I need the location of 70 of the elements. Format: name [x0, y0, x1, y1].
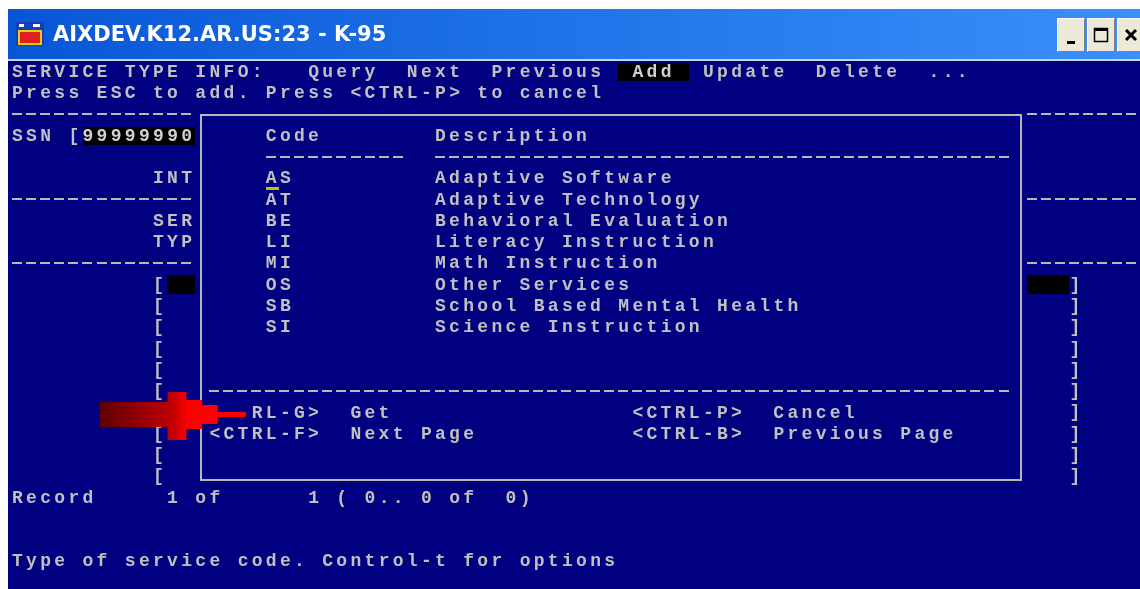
maximize-button[interactable]: [1087, 18, 1115, 52]
status-message: Type of service code. Control-t for options: [12, 552, 619, 571]
bracket: ]: [1069, 424, 1084, 443]
ssn-field[interactable]: 99999990: [82, 126, 196, 145]
record-counter: Record 1 of 1 ( 0.. 0 of 0): [12, 488, 534, 507]
maximize-icon: [1093, 27, 1109, 43]
option-description[interactable]: Adaptive Technology: [435, 190, 703, 209]
option-code[interactable]: SI: [265, 318, 294, 337]
bracket: ]: [1069, 339, 1084, 358]
option-code[interactable]: BE: [265, 211, 294, 230]
bracket: [: [153, 339, 168, 358]
shortcut-key: RL-G>: [209, 403, 323, 422]
menu-item[interactable]: Query: [308, 62, 379, 81]
shortcut-action: Cancel: [773, 403, 858, 422]
input-field[interactable]: [1027, 275, 1070, 295]
option-description[interactable]: School Based Mental Health: [435, 297, 802, 315]
field-label: SSN [: [12, 126, 83, 145]
option-description[interactable]: Math Instruction: [435, 254, 661, 273]
option-code[interactable]: OS: [265, 275, 294, 294]
close-button[interactable]: [1117, 18, 1140, 52]
shortcut-key: <CTRL-P>: [632, 403, 746, 422]
field-label: INT: [153, 169, 196, 188]
screen-title: SERVICE TYPE INFO:: [12, 62, 266, 81]
close-icon: [1123, 27, 1139, 43]
menu-item[interactable]: Next: [406, 62, 464, 81]
menu-item[interactable]: Update: [702, 62, 788, 81]
option-description[interactable]: Literacy Instruction: [435, 233, 718, 252]
menu-item[interactable]: Add: [618, 62, 689, 81]
option-code[interactable]: MI: [265, 254, 294, 273]
shortcut-action: Previous Page: [773, 424, 957, 443]
minimize-icon: [1067, 40, 1075, 44]
option-description[interactable]: Adaptive Software: [435, 169, 675, 188]
shortcut-key: <CTRL-F>: [209, 424, 323, 443]
option-code[interactable]: AT: [265, 190, 294, 209]
option-description[interactable]: Other Services: [435, 275, 633, 294]
bracket: ]: [1069, 446, 1084, 464]
bracket: ]: [1069, 382, 1084, 401]
option-code[interactable]: SB: [265, 297, 294, 315]
column-header: Code: [265, 126, 323, 145]
bracket: [: [153, 446, 168, 464]
app-icon: [16, 22, 44, 46]
bracket: [: [153, 318, 168, 337]
menu-item[interactable]: Previous: [491, 62, 605, 81]
option-description[interactable]: Science Instruction: [435, 318, 703, 337]
input-field[interactable]: [167, 275, 196, 295]
bracket: ]: [1069, 360, 1084, 379]
field-label: TYP: [153, 233, 196, 251]
bracket: ]: [1069, 467, 1084, 486]
bracket: [: [153, 382, 168, 401]
menu-item[interactable]: Delete: [815, 62, 901, 81]
bracket: [: [153, 360, 168, 379]
menu-item[interactable]: ...: [928, 62, 971, 81]
field-label: SER: [153, 211, 196, 230]
shortcut-action: Get: [350, 403, 393, 422]
hint-text: Press ESC to add. Press <CTRL-P> to cancel: [12, 83, 605, 102]
bracket: ]: [1069, 403, 1084, 422]
bracket: [: [153, 296, 168, 315]
shortcut-action: Next Page: [350, 424, 478, 443]
bracket: ]: [1069, 318, 1084, 337]
bracket: ]: [1069, 296, 1084, 315]
window-title: AIXDEV.K12.AR.US:23 - K-95: [53, 22, 388, 46]
bracket: [: [153, 467, 168, 486]
option-code[interactable]: LI: [265, 233, 294, 252]
minimize-button[interactable]: [1057, 18, 1085, 52]
option-description[interactable]: Behavioral Evaluation: [435, 211, 732, 230]
option-code[interactable]: AS: [265, 169, 294, 188]
column-header: Description: [435, 126, 591, 145]
bracket: [: [153, 275, 168, 294]
shortcut-key: <CTRL-B>: [632, 424, 746, 443]
bracket: ]: [1069, 275, 1084, 294]
